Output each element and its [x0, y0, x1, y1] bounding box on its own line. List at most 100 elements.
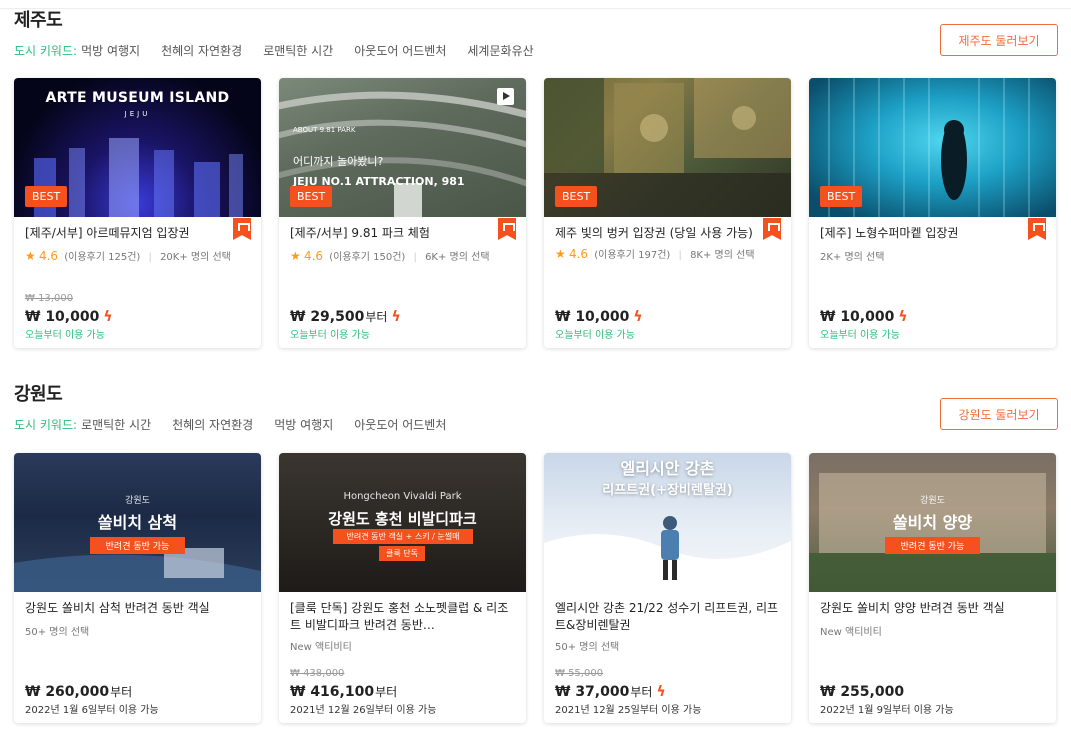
instant-confirm-icon: ϟ: [898, 309, 908, 325]
product-meta: 50+ 명의 선택: [25, 623, 251, 638]
thumbnail-title: 어디까지 놀아봤니?: [293, 155, 384, 168]
thumbnail-subtitle: 리프트권(+장비렌탈권): [602, 483, 733, 498]
thumbnail-small-text: 강원도: [920, 496, 945, 506]
star-icon: ★: [25, 249, 36, 263]
review-count: (이용후기 150건): [329, 252, 406, 263]
product-name: 제주 빛의 벙커 입장권 (당일 사용 가능): [555, 226, 753, 240]
price: ₩ 10,000 ϟ: [25, 309, 113, 325]
product-thumbnail: 엘리시안 강촌 리프트권(+장비렌탈권): [544, 453, 791, 592]
original-price: ₩ 13,000: [25, 293, 74, 304]
product-card[interactable]: 강원도 쏠비치 삼척 반려견 동반 가능 강원도 쏠비치 삼척 반려견 동반 객…: [14, 453, 261, 723]
product-meta: New 액티비티: [820, 623, 1046, 638]
review-count: (이용후기 197건): [594, 250, 671, 261]
best-badge: BEST: [555, 186, 598, 207]
availability: 2022년 1월 6일부터 이용 가능: [25, 705, 159, 716]
keyword-link[interactable]: 천혜의 자연환경: [172, 416, 253, 433]
instant-confirm-icon: ϟ: [633, 309, 643, 325]
price: ₩ 255,000: [820, 684, 904, 700]
meta-divider: |: [148, 252, 152, 263]
product-thumbnail: ABOUT 9.81 PARK 어디까지 놀아봤니? JEJU NO.1 ATT…: [279, 78, 526, 217]
price-suffix: 부터: [630, 685, 653, 699]
keyword-label: 도시 키워드:: [14, 44, 78, 58]
bookmark-icon[interactable]: [763, 218, 781, 240]
availability: 오늘부터 이용 가능: [820, 330, 900, 341]
best-badge: BEST: [25, 186, 68, 207]
keyword-link[interactable]: 먹방 여행지: [81, 42, 140, 59]
thumbnail-subtitle: JEJU: [124, 110, 151, 118]
thumbnail-tag: 반려견 동반 객실 + 스키 / 눈썰매: [333, 529, 473, 544]
product-meta: 50+ 명의 선택: [555, 638, 781, 653]
meta-divider: |: [678, 250, 682, 261]
product-card-list: 강원도 쏠비치 삼척 반려견 동반 가능 강원도 쏠비치 삼척 반려견 동반 객…: [14, 453, 1056, 723]
bookmark-icon[interactable]: [233, 218, 251, 240]
price-suffix: 부터: [110, 685, 133, 699]
keyword-link[interactable]: 로맨틱한 시간: [81, 416, 151, 433]
product-card[interactable]: ABOUT 9.81 PARK 어디까지 놀아봤니? JEJU NO.1 ATT…: [279, 78, 526, 348]
product-thumbnail: BEST: [544, 78, 791, 217]
thumbnail-title: 쏠비치 양양: [892, 513, 973, 532]
keyword-link[interactable]: 세계문화유산: [467, 42, 533, 59]
price: ₩ 29,500 부터 ϟ: [290, 308, 401, 325]
video-play-icon[interactable]: [497, 88, 514, 105]
best-badge: BEST: [290, 186, 333, 207]
bookmark-icon[interactable]: [498, 218, 516, 240]
original-price: ₩ 55,000: [555, 668, 604, 679]
product-thumbnail: 강원도 쏠비치 양양 반려견 동반 가능: [809, 453, 1056, 592]
price: ₩ 10,000 ϟ: [820, 309, 908, 325]
product-card[interactable]: 강원도 쏠비치 양양 반려견 동반 가능 강원도 쏠비치 양양 반려견 동반 객…: [809, 453, 1056, 723]
rating-value: 4.6: [568, 247, 589, 261]
thumbnail-small-text: Hongcheon Vivaldi Park: [343, 491, 462, 502]
product-meta: ★ 4.6 (이용후기 125건) | 20K+ 명의 선택: [25, 248, 231, 263]
availability: 오늘부터 이용 가능: [290, 330, 370, 341]
best-badge: BEST: [820, 186, 863, 207]
thumbnail-small-text: 강원도: [125, 496, 150, 506]
rating-value: 4.6: [38, 249, 59, 263]
browse-jeju-button[interactable]: 제주도 둘러보기: [940, 24, 1058, 56]
instant-confirm-icon: ϟ: [656, 683, 666, 700]
product-meta: New 액티비티: [290, 638, 516, 653]
product-name: [제주/서부] 아르떼뮤지엄 입장권: [25, 226, 190, 240]
product-thumbnail: Hongcheon Vivaldi Park 강원도 홍천 비발디파크 반려견 …: [279, 453, 526, 592]
product-card[interactable]: ARTE MUSEUM ISLAND JEJU BEST [제주/서부] 아르떼…: [14, 78, 261, 348]
keyword-link[interactable]: 로맨틱한 시간: [263, 42, 333, 59]
price-suffix: 부터: [375, 685, 398, 699]
keyword-link[interactable]: 천혜의 자연환경: [161, 42, 242, 59]
thumbnail-tag: 반려견 동반 가능: [885, 537, 980, 554]
product-name: 강원도 쏠비치 양양 반려견 동반 객실: [820, 601, 1005, 615]
product-card[interactable]: Hongcheon Vivaldi Park 강원도 홍천 비발디파크 반려견 …: [279, 453, 526, 723]
browse-gangwon-button[interactable]: 강원도 둘러보기: [940, 398, 1058, 430]
instant-confirm-icon: ϟ: [103, 309, 113, 325]
keyword-link[interactable]: 아웃도어 어드벤처: [354, 42, 446, 59]
price-value: ₩ 260,000: [25, 683, 110, 700]
section-title: 강원도: [14, 380, 63, 406]
product-card[interactable]: BEST [제주] 노형수퍼마켙 입장권 2K+ 명의 선택 ₩ 10,000 …: [809, 78, 1056, 348]
keyword-link[interactable]: 아웃도어 어드벤처: [354, 416, 446, 433]
choice-count: 50+ 명의 선택: [25, 627, 90, 638]
product-name: [제주/서부] 9.81 파크 체험: [290, 226, 430, 240]
product-meta: ★ 4.6 (이용후기 150건) | 6K+ 명의 선택: [290, 248, 492, 263]
city-keywords: 도시 키워드: 로맨틱한 시간 천혜의 자연환경 먹방 여행지 아웃도어 어드벤…: [14, 416, 467, 433]
bookmark-icon[interactable]: [1028, 218, 1046, 240]
availability: 2021년 12월 25일부터 이용 가능: [555, 705, 702, 716]
star-icon: ★: [290, 249, 301, 263]
thumbnail-title: 강원도 홍천 비발디파크: [328, 510, 477, 528]
city-keywords: 도시 키워드: 먹방 여행지 천혜의 자연환경 로맨틱한 시간 아웃도어 어드벤…: [14, 42, 555, 59]
product-name: 강원도 쏠비치 삼척 반려견 동반 객실: [25, 601, 210, 615]
price: ₩ 10,000 ϟ: [555, 309, 643, 325]
meta-divider: |: [413, 252, 417, 263]
price-value: ₩ 416,100: [290, 683, 375, 700]
price: ₩ 416,100 부터: [290, 683, 397, 700]
keyword-link[interactable]: 먹방 여행지: [274, 416, 333, 433]
product-thumbnail: 강원도 쏠비치 삼척 반려견 동반 가능: [14, 453, 261, 592]
product-name: [클룩 단독] 강원도 홍천 소노펫클럽 & 리조트 비발디파크 반려견 동반…: [290, 601, 509, 632]
product-card-list: ARTE MUSEUM ISLAND JEJU BEST [제주/서부] 아르떼…: [14, 78, 1056, 348]
price: ₩ 37,000 부터 ϟ: [555, 683, 666, 700]
choice-count: 2K+ 명의 선택: [820, 252, 885, 263]
product-card[interactable]: 엘리시안 강촌 리프트권(+장비렌탈권) 엘리시안 강촌 21/22 성수기 리…: [544, 453, 791, 723]
product-card[interactable]: BEST 제주 빛의 벙커 입장권 (당일 사용 가능) ★ 4.6 (이용후기…: [544, 78, 791, 348]
keyword-label: 도시 키워드:: [14, 418, 78, 432]
thumbnail-title: ARTE MUSEUM ISLAND: [45, 90, 230, 106]
rating-value: 4.6: [303, 249, 324, 263]
product-meta: ★ 4.6 (이용후기 197건) | 8K+ 명의 선택: [555, 246, 757, 261]
star-icon: ★: [555, 247, 566, 261]
